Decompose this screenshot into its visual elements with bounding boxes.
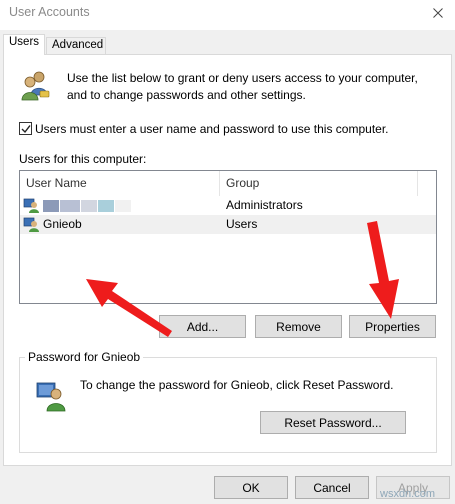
user-name: Gnieob	[43, 217, 82, 231]
redacted-user-name	[43, 200, 133, 212]
close-button[interactable]	[421, 0, 455, 26]
user-group: Users	[226, 217, 258, 231]
password-groupbox: Password for Gnieob To change the passwo…	[19, 350, 437, 453]
tab-users[interactable]: Users	[3, 34, 45, 55]
users-icon	[21, 71, 50, 101]
column-header-user-name[interactable]: User Name	[20, 171, 220, 196]
add-button[interactable]: Add...	[159, 315, 246, 338]
cancel-button[interactable]: Cancel	[295, 476, 369, 499]
ok-button[interactable]: OK	[214, 476, 288, 499]
must-login-label[interactable]: Users must enter a user name and passwor…	[35, 122, 389, 136]
user-key-icon	[36, 382, 66, 412]
table-row[interactable]: Administrators	[20, 196, 436, 215]
user-row-icon	[23, 217, 39, 232]
window-title: User Accounts	[9, 5, 90, 19]
checkmark-icon	[21, 124, 31, 133]
user-row-icon	[23, 198, 39, 213]
user-group: Administrators	[226, 198, 303, 212]
password-group-title: Password for Gnieob	[25, 350, 144, 364]
tab-advanced[interactable]: Advanced	[46, 37, 106, 55]
reset-password-button[interactable]: Reset Password...	[260, 411, 406, 434]
remove-button[interactable]: Remove	[255, 315, 342, 338]
users-tab-panel: Use the list below to grant or deny user…	[3, 54, 452, 466]
intro-line-2: and to change passwords and other settin…	[67, 88, 306, 102]
title-bar: User Accounts	[0, 0, 455, 30]
properties-button[interactable]: Properties	[349, 315, 436, 338]
table-row[interactable]: Gnieob Users	[20, 215, 436, 234]
tab-strip: Users Advanced	[0, 30, 455, 55]
users-list-label: Users for this computer:	[19, 152, 147, 166]
intro-text: Use the list below to grant or deny user…	[67, 70, 437, 104]
must-login-checkbox[interactable]	[19, 122, 32, 135]
column-header-group[interactable]: Group	[220, 171, 418, 196]
close-icon	[433, 8, 443, 18]
intro-line-1: Use the list below to grant or deny user…	[67, 71, 418, 85]
users-list[interactable]: User Name Group Administrators Gnieob Us…	[19, 170, 437, 304]
password-instructions: To change the password for Gnieob, click…	[80, 378, 394, 392]
watermark: wsxdn.com	[380, 488, 436, 500]
list-header: User Name Group	[20, 171, 436, 196]
